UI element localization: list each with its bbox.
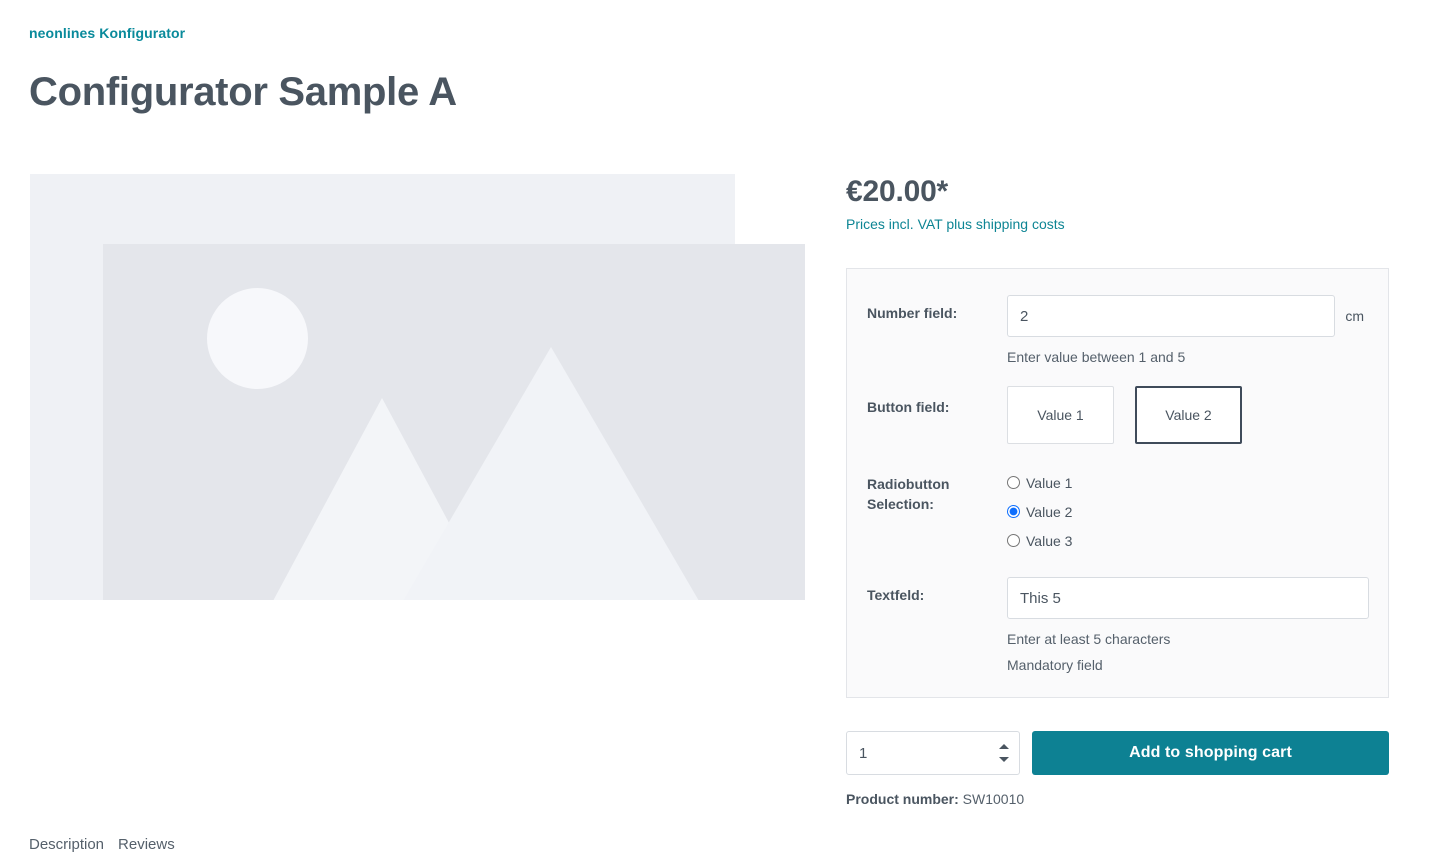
breadcrumb-manufacturer-link[interactable]: neonlines Konfigurator	[29, 24, 185, 42]
radio-field-label: Radiobutton Selection:	[867, 476, 950, 512]
product-price: €20.00*	[846, 175, 949, 208]
text-field-helper-text: Enter at least 5 characters	[1007, 631, 1171, 647]
radio-label-value-2[interactable]: Value 2	[1026, 502, 1072, 522]
button-field-option-value-2[interactable]: Value 2	[1135, 386, 1242, 444]
number-field-input[interactable]	[1007, 295, 1336, 337]
product-number-value: SW10010	[962, 791, 1025, 807]
config-row-radio-field: Radiobutton Selection: Value 1 Value 2 V…	[867, 466, 1364, 555]
radio-input-value-1[interactable]	[1007, 476, 1020, 489]
sun-circle-icon	[207, 288, 308, 389]
configurator-panel: Number field: cm Enter value between 1 a…	[846, 268, 1389, 698]
quantity-select[interactable]: 1 2 3 4 5 6 7 8 9 10	[846, 731, 1020, 775]
tax-and-shipping-link[interactable]: Prices incl. VAT plus shipping costs	[846, 214, 1065, 234]
product-detail-page: { "breadcrumb": { "label": "neonlines Ko…	[0, 0, 1444, 858]
add-to-cart-row: 1 2 3 4 5 6 7 8 9 10 Add to shopping car…	[846, 731, 1389, 775]
number-field-unit: cm	[1345, 308, 1364, 324]
mountain-large-icon	[403, 347, 699, 600]
config-row-text-field: Textfeld: Enter at least 5 characters Ma…	[867, 577, 1369, 675]
radio-field-group[interactable]: Value 1 Value 2 Value 3	[1007, 468, 1364, 555]
product-buy-column: €20.00* Prices incl. VAT plus shipping c…	[846, 174, 1389, 809]
product-detail-tab-bar: Description Reviews	[29, 832, 175, 858]
text-field-mandatory-note: Mandatory field	[1007, 657, 1103, 673]
add-to-shopping-cart-button[interactable]: Add to shopping cart	[1032, 731, 1389, 775]
number-field-label: Number field:	[867, 305, 958, 321]
product-image-gallery[interactable]	[30, 174, 805, 600]
radio-label-value-3[interactable]: Value 3	[1026, 531, 1072, 551]
config-row-number-field: Number field: cm Enter value between 1 a…	[867, 295, 1364, 367]
text-field-input[interactable]	[1007, 577, 1369, 619]
tab-reviews[interactable]: Reviews	[118, 832, 175, 858]
button-field-label: Button field:	[867, 399, 950, 415]
button-field-option-value-1[interactable]: Value 1	[1007, 386, 1114, 444]
radio-option-value-3[interactable]: Value 3	[1007, 526, 1364, 555]
radio-option-value-1[interactable]: Value 1	[1007, 468, 1364, 497]
image-placeholder-icon	[103, 244, 805, 600]
radio-input-value-2[interactable]	[1007, 505, 1020, 518]
config-row-button-field: Button field: Value 1 Value 2	[867, 386, 1364, 444]
radio-option-value-2[interactable]: Value 2	[1007, 497, 1364, 526]
tab-description[interactable]: Description	[29, 832, 104, 858]
product-number: Product number: SW10010	[846, 789, 1389, 809]
product-number-label: Product number:	[846, 791, 959, 807]
radio-input-value-3[interactable]	[1007, 534, 1020, 547]
number-field-helper-text: Enter value between 1 and 5	[1007, 349, 1186, 365]
text-field-label: Textfeld:	[867, 587, 925, 603]
radio-label-value-1[interactable]: Value 1	[1026, 473, 1072, 493]
page-title: Configurator Sample A	[29, 70, 457, 114]
quantity-select-wrapper[interactable]: 1 2 3 4 5 6 7 8 9 10	[846, 731, 1020, 775]
